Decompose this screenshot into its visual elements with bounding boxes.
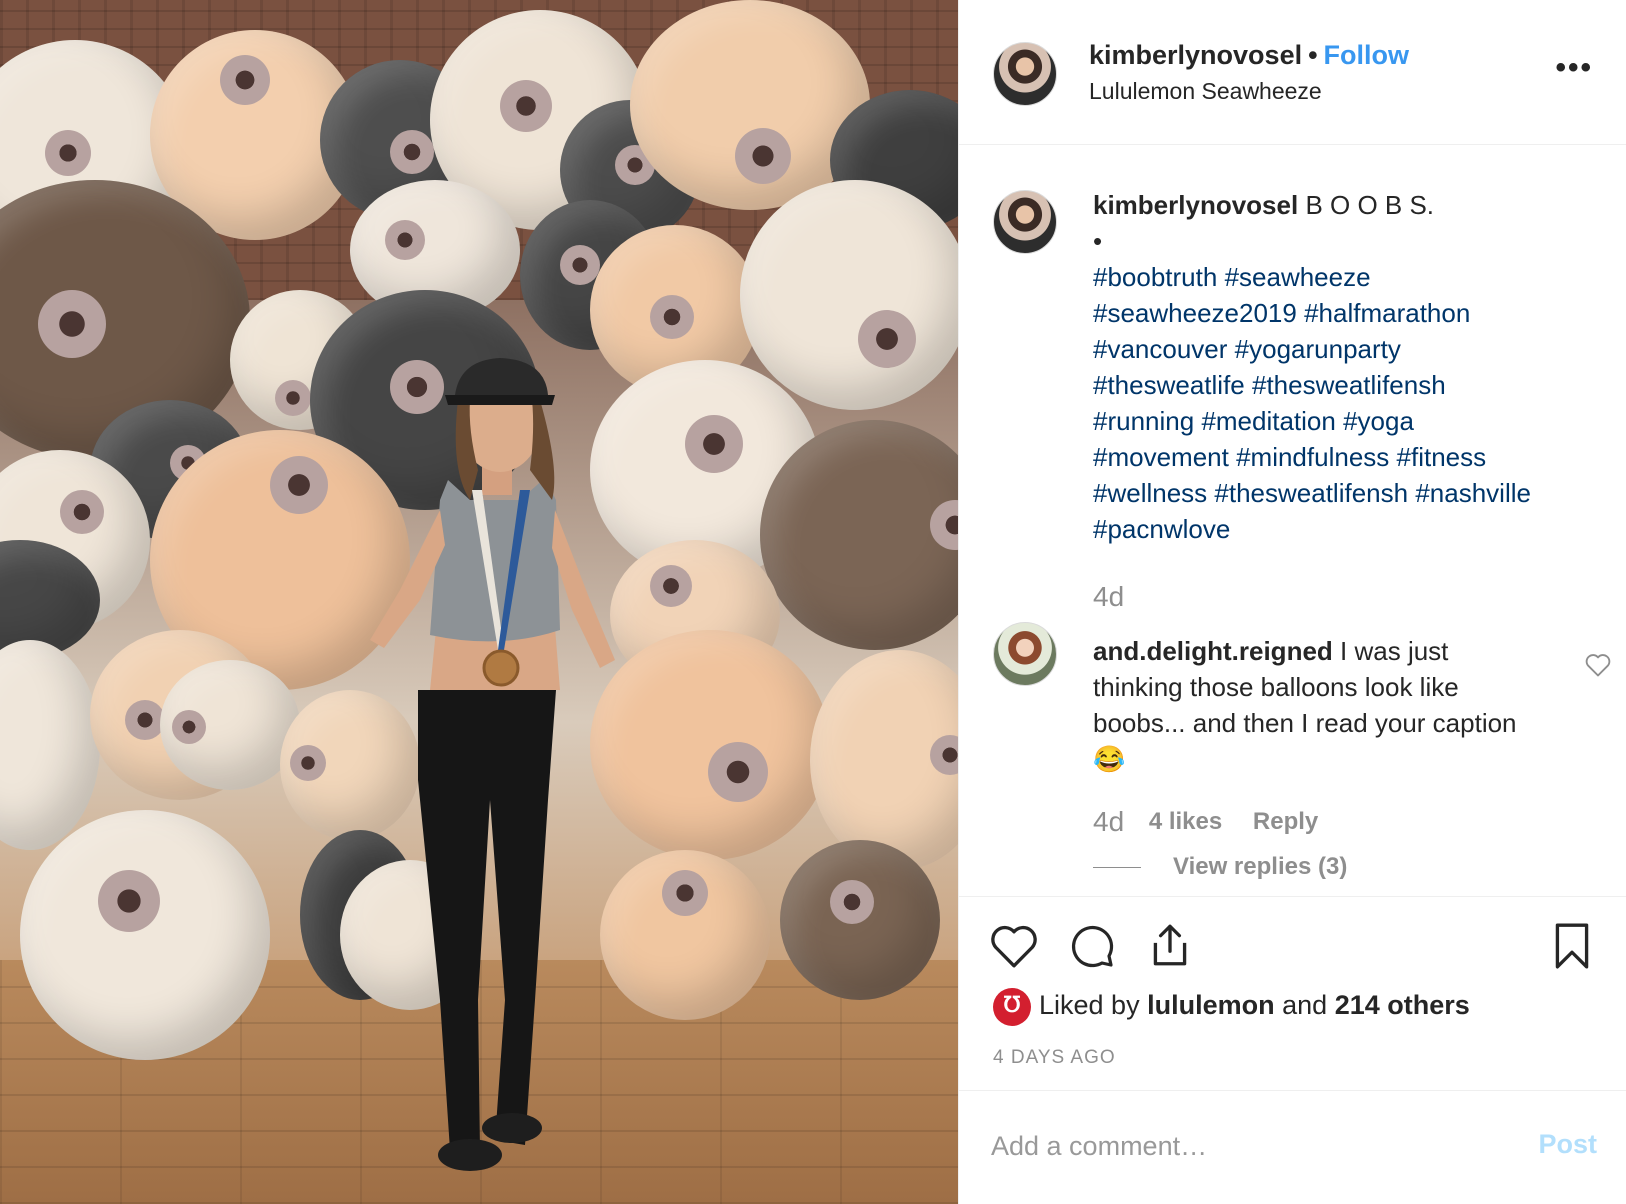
comment-username[interactable]: and.delight.reigned: [1093, 636, 1333, 666]
liked-by-others[interactable]: 214 others: [1335, 990, 1470, 1020]
header-username[interactable]: kimberlynovosel: [1089, 40, 1302, 70]
caption-text: B O O B S.: [1305, 190, 1435, 220]
liked-by-user[interactable]: lululemon: [1147, 990, 1275, 1020]
actions-divider: [959, 896, 1626, 897]
hashtag[interactable]: #mindfulness: [1236, 442, 1389, 472]
comment-meta: 4d 4 likes Reply: [1093, 806, 1342, 838]
post-button[interactable]: Post: [1538, 1129, 1597, 1160]
hashtag[interactable]: #vancouver: [1093, 334, 1227, 364]
hashtag[interactable]: #wellness: [1093, 478, 1207, 508]
hashtag-list: #boobtruth #seawheeze #seawheeze2019 #ha…: [1093, 259, 1593, 547]
liked-by-prefix: Liked by: [1039, 990, 1140, 1021]
header-line: kimberlynovosel • Follow: [1089, 40, 1409, 71]
hashtag[interactable]: #seawheeze: [1225, 262, 1371, 292]
location-link[interactable]: Lululemon Seawheeze: [1089, 78, 1322, 105]
post-timestamp[interactable]: 4 DAYS AGO: [993, 1047, 1116, 1069]
hashtag[interactable]: #halfmarathon: [1304, 298, 1470, 328]
hashtag[interactable]: #seawheeze2019: [1093, 298, 1297, 328]
follow-button[interactable]: Follow: [1324, 40, 1409, 70]
add-comment-bar: Post: [959, 1090, 1626, 1204]
hashtag[interactable]: #yogarunparty: [1235, 334, 1401, 364]
caption-age: 4d: [1093, 581, 1125, 612]
share-icon[interactable]: [1145, 920, 1195, 970]
hashtag[interactable]: #pacnwlove: [1093, 514, 1230, 544]
hashtag[interactable]: #thesweatlifensh: [1214, 478, 1408, 508]
likes-summary: ℧ Liked by lululemon and 214 others: [993, 988, 1470, 1026]
hashtag[interactable]: #boobtruth: [1093, 262, 1217, 292]
comment-age: 4d: [1093, 806, 1125, 837]
header-separator: •: [1308, 40, 1318, 70]
heart-icon[interactable]: [989, 922, 1039, 970]
lululemon-logo-icon[interactable]: ℧: [993, 988, 1031, 1026]
caption-username[interactable]: kimberlynovosel: [1093, 190, 1298, 220]
comment-avatar[interactable]: [993, 622, 1057, 686]
post-details-panel: kimberlynovosel • Follow Lululemon Seawhee…: [958, 0, 1626, 1204]
more-dots-icon[interactable]: •••: [1555, 53, 1593, 83]
replies-divider: [1093, 867, 1141, 869]
avatar[interactable]: [993, 42, 1057, 106]
view-replies-label: View replies (3): [1173, 853, 1348, 880]
comment-like-heart-icon[interactable]: [1584, 652, 1612, 678]
liked-by-middle: and: [1282, 990, 1328, 1021]
comment-likes[interactable]: 4 likes: [1149, 808, 1222, 835]
caption: kimberlynovosel B O O B S. • #boobtruth …: [1093, 187, 1593, 615]
view-replies-button[interactable]: View replies (3): [1093, 853, 1347, 881]
hashtag[interactable]: #thesweatlife: [1093, 370, 1245, 400]
hashtag[interactable]: #thesweatlifensh: [1252, 370, 1446, 400]
hashtag[interactable]: #fitness: [1397, 442, 1487, 472]
hashtag[interactable]: #yoga: [1343, 406, 1414, 436]
hashtag[interactable]: #movement: [1093, 442, 1229, 472]
bookmark-icon[interactable]: [1547, 920, 1597, 972]
post-header: kimberlynovosel • Follow Lululemon Seawhee…: [959, 0, 1626, 145]
hashtag[interactable]: #meditation: [1201, 406, 1335, 436]
reply-button[interactable]: Reply: [1253, 808, 1318, 835]
hashtag[interactable]: #running: [1093, 406, 1194, 436]
person-figure: [370, 358, 615, 1171]
comment: and.delight.reigned I was just thinking …: [1093, 633, 1543, 777]
hashtag[interactable]: #nashville: [1415, 478, 1531, 508]
comment-bubble-icon[interactable]: [1067, 922, 1117, 970]
post-photo[interactable]: [0, 0, 958, 1204]
caption-bullet: •: [1093, 226, 1103, 256]
add-comment-input[interactable]: [991, 1121, 1491, 1171]
caption-avatar[interactable]: [993, 190, 1057, 254]
